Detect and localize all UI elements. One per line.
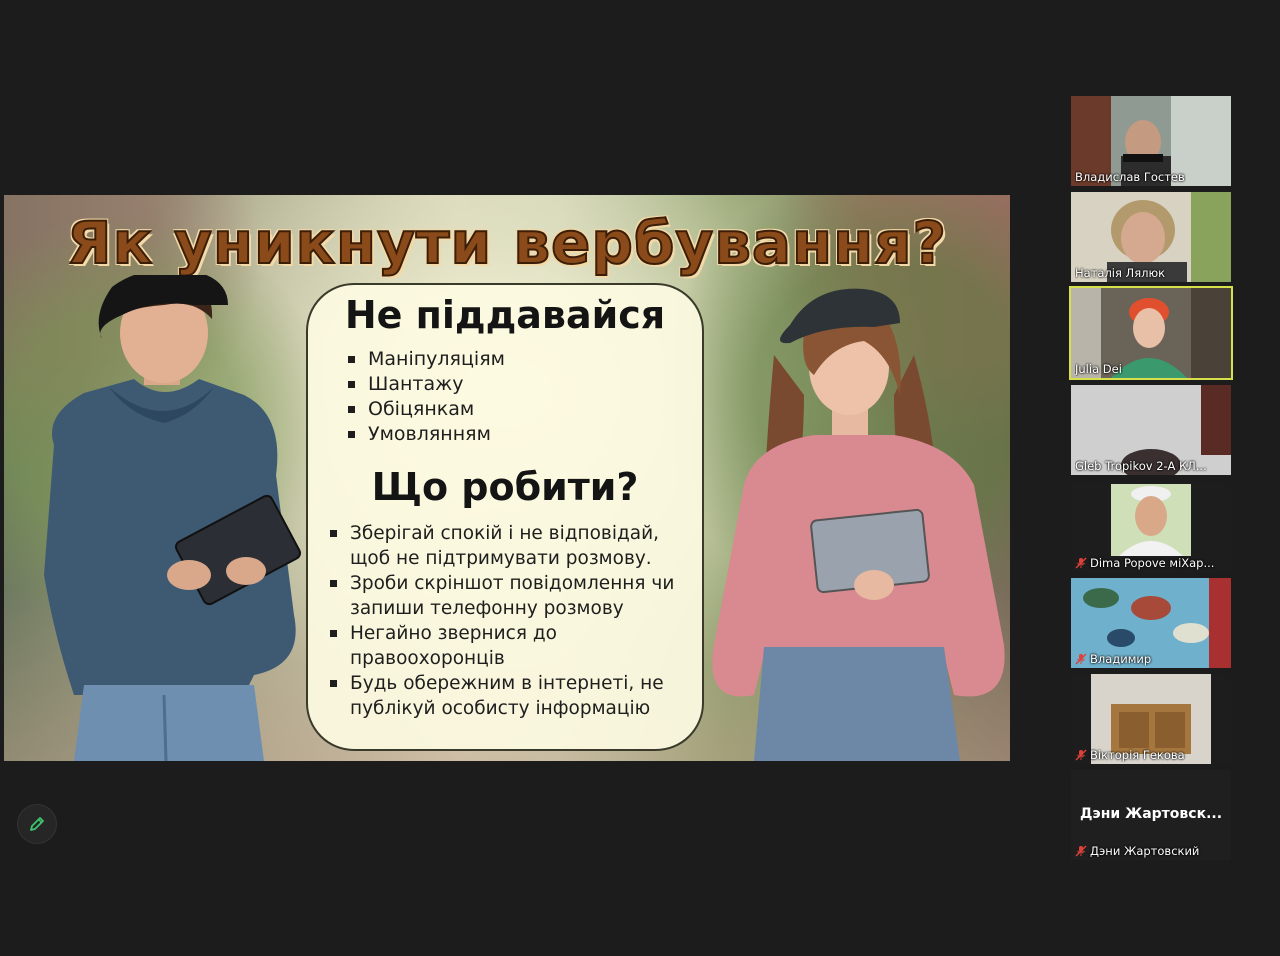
participant-tile[interactable]: Владислав Гостев (1071, 96, 1231, 186)
participant-tile[interactable]: Gleb Tropikov 2-A КЛ... (1071, 385, 1231, 475)
list-item: Будь обережним в інтернеті, не публікуй … (328, 671, 688, 721)
list-item: Зберігай спокій і не відповідай, щоб не … (328, 521, 688, 571)
participant-name: Владимир (1075, 652, 1227, 666)
participant-tile[interactable]: Dima Popove міХар... (1071, 482, 1231, 572)
mic-off-icon (1075, 845, 1087, 857)
participant-name: Вікторія Гекова (1075, 748, 1227, 762)
participant-tile[interactable]: Вікторія Гекова (1071, 674, 1231, 764)
participant-tile[interactable]: Владимир (1071, 578, 1231, 668)
slide-title: Як уникнути вербування? (66, 208, 948, 278)
list-item: Шантажу (346, 372, 505, 397)
list-item: Маніпуляціям (346, 347, 505, 372)
list-item: Негайно звернися до правоохоронців (328, 621, 688, 671)
what-list: Зберігай спокій і не відповідай, щоб не … (328, 521, 688, 721)
list-item: Обіцянкам (346, 397, 505, 422)
shared-screen-slide: Як уникнути вербування? Не піддавайся Ма… (4, 195, 1010, 761)
participant-tile[interactable]: Наталія Лялюк (1071, 192, 1231, 282)
participant-name: Наталія Лялюк (1075, 266, 1166, 280)
meeting-window: Як уникнути вербування? Не піддавайся Ма… (0, 0, 1280, 956)
dont-list: Маніпуляціям Шантажу Обіцянкам Умовляння… (346, 347, 505, 447)
pencil-icon (30, 817, 44, 831)
participant-tile-active-speaker[interactable]: Julia Dei (1069, 286, 1233, 380)
list-item: Зроби скріншот повідомлення чи запиши те… (328, 571, 688, 621)
advice-panel: Не піддавайся Маніпуляціям Шантажу Обіця… (306, 283, 704, 751)
mic-off-icon (1075, 653, 1087, 665)
participant-name: Gleb Tropikov 2-A КЛ... (1075, 459, 1207, 473)
participant-name: Dima Popove міХар... (1075, 556, 1227, 570)
heading-what-to-do: Що робити? (371, 465, 639, 509)
participant-tile-no-video[interactable]: Дэни Жартовск... Дэни Жартовский (1071, 770, 1231, 860)
boy-with-tablet-image (44, 275, 301, 761)
participant-placeholder-name: Дэни Жартовск... (1079, 806, 1223, 822)
girl-with-tablet-image (712, 288, 1005, 761)
participant-name: Владислав Гостев (1075, 170, 1185, 184)
mic-off-icon (1075, 557, 1087, 569)
list-item: Умовлянням (346, 422, 505, 447)
heading-dont-give-in: Не піддавайся (344, 293, 666, 337)
annotate-button[interactable] (17, 804, 57, 844)
mic-off-icon (1075, 749, 1087, 761)
participant-name: Дэни Жартовский (1075, 844, 1227, 858)
participant-name: Julia Dei (1075, 362, 1122, 376)
